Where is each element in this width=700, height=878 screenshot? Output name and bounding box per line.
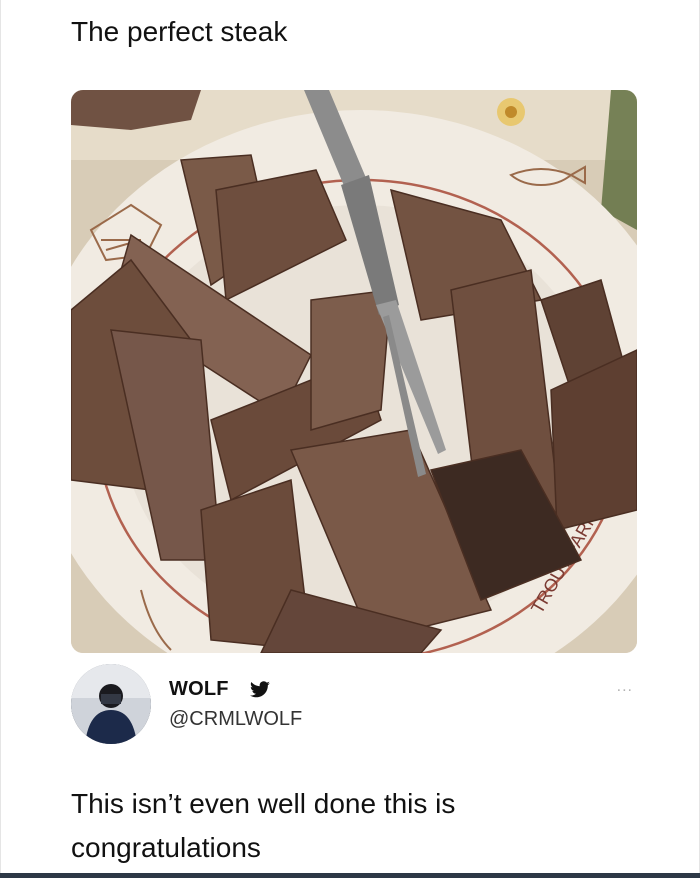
left-border (0, 0, 1, 878)
display-name[interactable]: WOLF (169, 678, 229, 701)
avatar[interactable] (71, 664, 151, 744)
steak-photo: TROUT FARM (71, 90, 637, 653)
bottom-bar (0, 873, 700, 878)
post-title: The perfect steak (71, 16, 288, 47)
more-options-icon[interactable]: ... (617, 678, 633, 696)
user-handle[interactable]: @CRMLWOLF (169, 708, 302, 731)
twitter-bird-icon (250, 681, 270, 698)
tweet-header: WOLF @CRMLWOLF ... (71, 664, 637, 744)
tweet-text: This isn’t even well done this is congra… (71, 788, 456, 863)
